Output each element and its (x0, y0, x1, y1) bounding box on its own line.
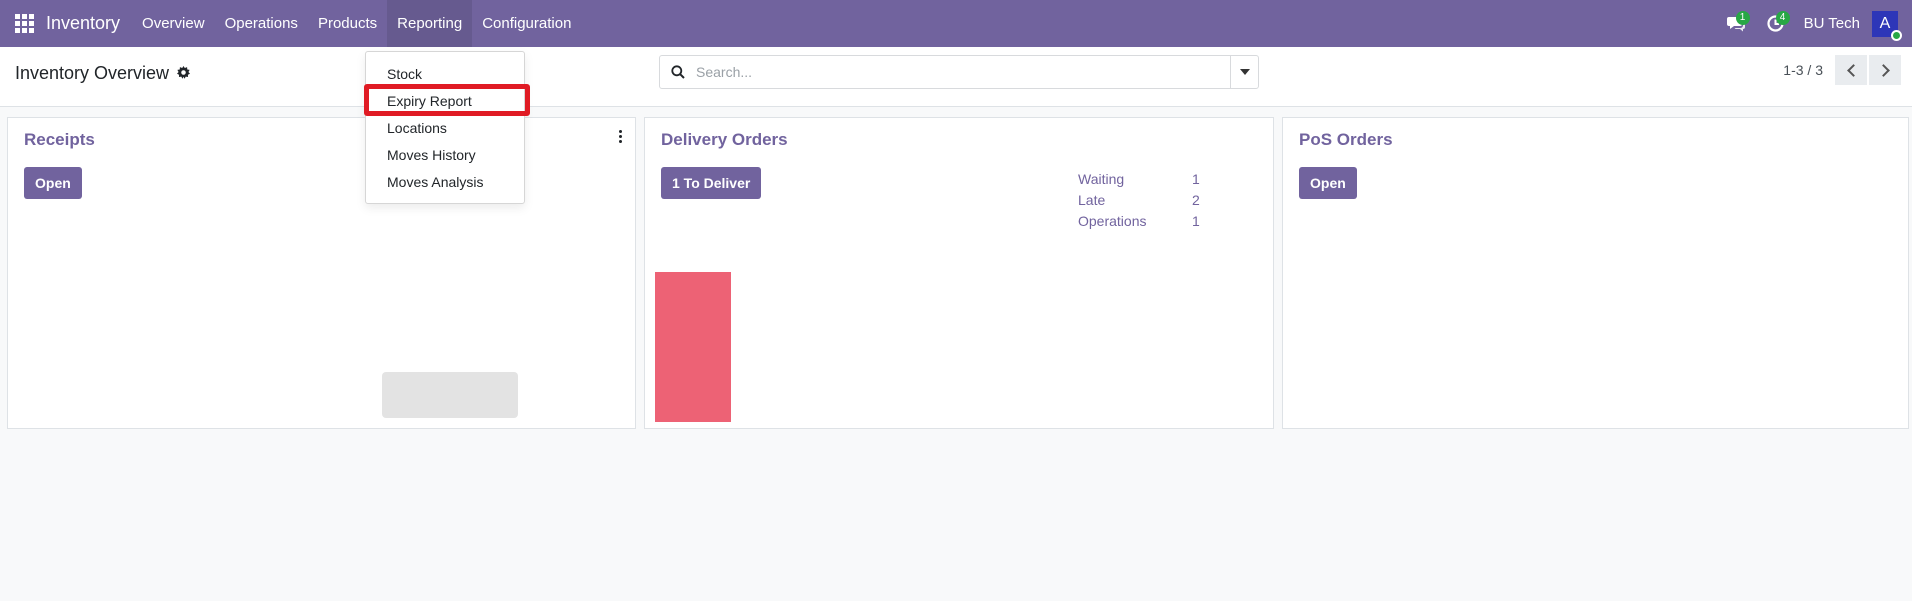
graph-bar[interactable] (655, 272, 731, 422)
messages-icon[interactable]: 1 (1716, 0, 1756, 47)
receipts-card: Receipts Open (7, 117, 636, 429)
page-title: Inventory Overview (15, 63, 170, 83)
open-receipts-button[interactable]: Open (24, 167, 82, 199)
search-icon (660, 65, 696, 79)
reporting-dropdown-menu: Stock Expiry Report Locations Moves Hist… (365, 51, 525, 204)
menu-overview[interactable]: Overview (132, 0, 215, 47)
card-title[interactable]: PoS Orders (1299, 130, 1393, 150)
messages-badge: 1 (1735, 11, 1750, 25)
top-navbar: Inventory Overview Operations Products R… (0, 0, 1912, 47)
dropdown-item-moves-history[interactable]: Moves History (366, 141, 524, 168)
pager-previous-button[interactable] (1835, 55, 1867, 85)
navbar-systray: 1 4 BU Tech A (1716, 0, 1912, 47)
pos-orders-card: PoS Orders Open (1282, 117, 1909, 429)
dropdown-item-locations[interactable]: Locations (366, 114, 524, 141)
delivery-orders-card: Delivery Orders 1 To Deliver Waiting 1 L… (644, 117, 1274, 429)
search-options-toggle[interactable] (1230, 56, 1258, 88)
pager-next-button[interactable] (1869, 55, 1901, 85)
online-status-icon (1891, 29, 1902, 41)
app-brand[interactable]: Inventory (46, 13, 120, 34)
menu-configuration[interactable]: Configuration (472, 0, 581, 47)
search-input[interactable] (696, 57, 1230, 87)
kebab-menu-icon[interactable] (616, 128, 625, 145)
avatar-initial: A (1879, 14, 1891, 32)
dropdown-item-moves-analysis[interactable]: Moves Analysis (366, 168, 524, 195)
to-deliver-button[interactable]: 1 To Deliver (661, 167, 762, 199)
chart-placeholder-legend (382, 372, 518, 418)
breadcrumb: Inventory Overview (15, 63, 191, 84)
search-bar (659, 55, 1259, 89)
stat-operations[interactable]: Operations 1 (1078, 210, 1200, 231)
delivery-graph (655, 272, 731, 422)
pager-value[interactable]: 1-3 / 3 (1783, 62, 1823, 78)
dropdown-item-expiry-report[interactable]: Expiry Report (366, 87, 524, 114)
chevron-left-icon (1846, 63, 1860, 77)
activities-badge: 4 (1775, 11, 1790, 25)
activities-icon[interactable]: 4 (1756, 0, 1796, 47)
user-avatar[interactable]: A (1872, 10, 1902, 41)
menu-products[interactable]: Products (308, 0, 387, 47)
menu-reporting[interactable]: Reporting (387, 0, 473, 47)
card-title[interactable]: Delivery Orders (661, 130, 788, 150)
dropdown-item-stock[interactable]: Stock (366, 60, 524, 87)
card-title[interactable]: Receipts (24, 130, 95, 150)
stat-late[interactable]: Late 2 (1078, 189, 1200, 210)
pager: 1-3 / 3 (1783, 55, 1901, 85)
company-switcher[interactable]: BU Tech (1804, 15, 1860, 32)
control-panel: Inventory Overview 1-3 / 3 (0, 47, 1912, 107)
open-pos-orders-button[interactable]: Open (1299, 167, 1357, 199)
caret-down-icon (1239, 69, 1250, 75)
stat-waiting[interactable]: Waiting 1 (1078, 168, 1200, 189)
chevron-right-icon (1876, 63, 1890, 77)
gear-icon[interactable] (177, 65, 191, 82)
delivery-stats: Waiting 1 Late 2 Operations 1 (1078, 168, 1200, 231)
menu-operations[interactable]: Operations (215, 0, 308, 47)
apps-menu-icon[interactable] (0, 0, 48, 47)
